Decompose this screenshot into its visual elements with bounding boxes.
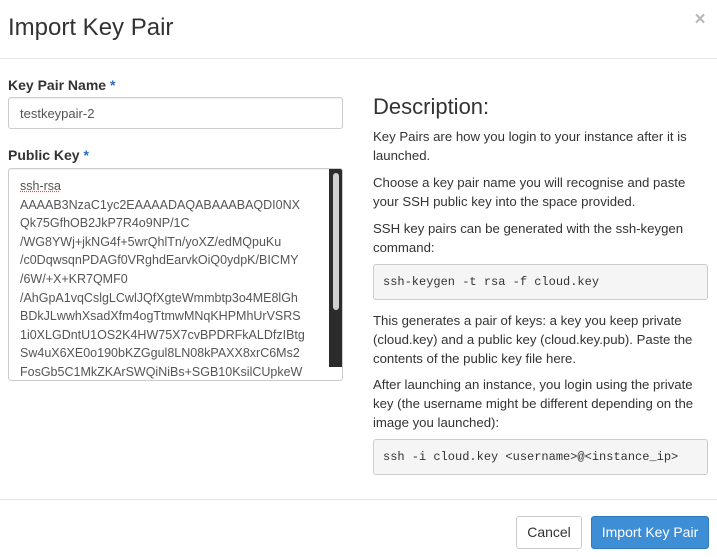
ssh-login-command-code: ssh -i cloud.key <username>@<instance_ip… [373,439,708,475]
public-key-text[interactable]: ssh-rsa AAAAB3NzaC1yc2EAAAADAQABAAABAQDI0… [20,177,326,380]
public-key-label: Public Key * [8,147,89,163]
import-key-pair-dialog: Import Key Pair × Key Pair Name * Public… [0,0,717,557]
public-key-line: Qk75GfhOB2JkP7R4o9NP/1C [20,216,190,231]
dialog-footer: Cancel Import Key Pair [0,499,717,557]
description-paragraph: SSH key pairs can be generated with the … [373,221,684,255]
description-paragraph: Key Pairs are how you login to your inst… [373,129,687,163]
required-marker: * [109,77,116,93]
key-pair-name-input[interactable] [8,97,343,129]
textarea-scrollbar[interactable] [329,169,342,367]
dialog-header: Import Key Pair × [0,0,717,59]
key-pair-name-label: Key Pair Name * [8,77,115,93]
public-key-line: BDkJLwwhXsadXfm4ogTtmwMNqKHPMhUrVSRS [20,309,301,324]
public-key-line: /c0DqwsqnPDAGf0VRghdEarvkOiQ0ydpK/BICMY [20,253,299,268]
required-marker: * [83,147,89,163]
public-key-line: AAAAB3NzaC1yc2EAAAADAQABAAABAQDI0NX [20,197,300,212]
public-key-label-text: Public Key [8,147,80,163]
public-key-line: /6W/+X+KR7QMF0 [20,271,128,286]
description-paragraph: Choose a key pair name you will recognis… [373,175,686,209]
public-key-line: /WG8YWj+jkNG4f+5wrQhlTn/yoXZ/edMQpuKu [20,234,282,249]
public-key-line: Sw4uX6XE0o190bKZGgul8LN08kPAXX8xrC6Ms2 [20,346,300,361]
public-key-line: FosGb5C1MkZKArSWQiNiBs+SGB10KsilCUpkeW [20,364,303,379]
keygen-command-code: ssh-keygen -t rsa -f cloud.key [373,264,708,300]
import-key-pair-button[interactable]: Import Key Pair [591,516,709,549]
scrollbar-thumb[interactable] [333,173,339,310]
public-key-line: ssh-rsa [20,179,61,193]
cancel-button[interactable]: Cancel [516,516,582,549]
public-key-line: 1i0XLGDntU1OS2K4HW75X7cvBPDRFkALDfzIBtg [20,327,305,342]
public-key-line: /AhGpA1vqCslgLCwlJQfXgteWmmbtp3o4ME8lGh [20,290,298,305]
description-title: Description: [373,94,490,119]
public-key-textarea[interactable]: ssh-rsa AAAAB3NzaC1yc2EAAAADAQABAAABAQDI0… [8,168,343,381]
description-paragraph: After launching an instance, you login u… [373,377,694,430]
description-paragraph: This generates a pair of keys: a key you… [373,313,693,366]
close-icon[interactable]: × [693,10,707,29]
key-pair-name-label-text: Key Pair Name [8,77,107,93]
dialog-title: Import Key Pair [8,14,174,41]
